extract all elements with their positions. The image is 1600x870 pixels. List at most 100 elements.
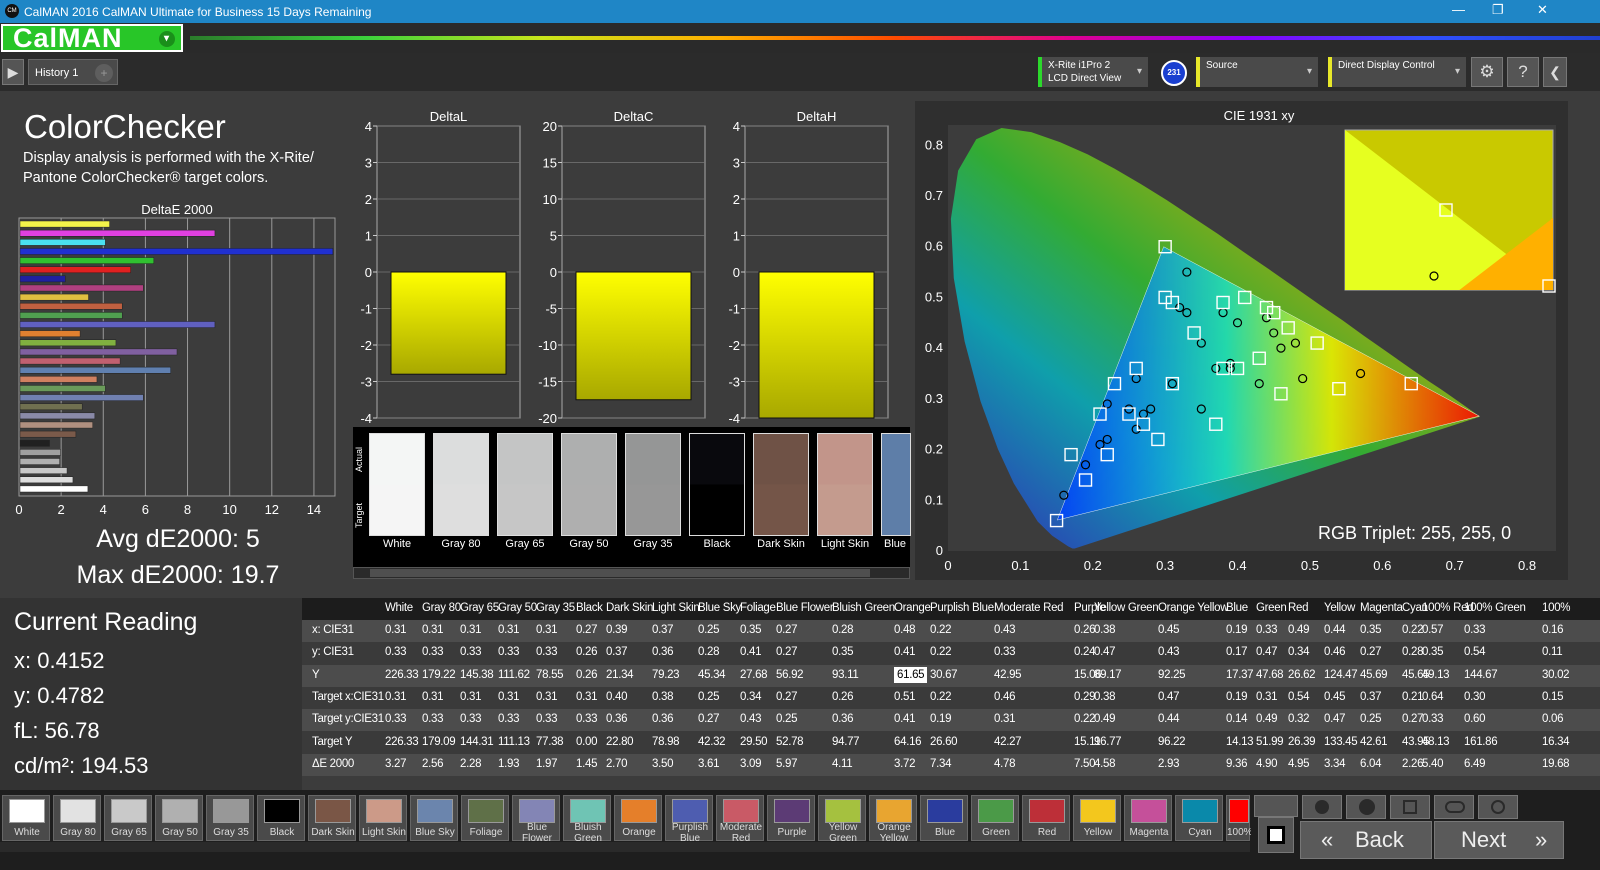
next-button[interactable]: Next » bbox=[1434, 821, 1564, 859]
stop-button[interactable] bbox=[1258, 817, 1294, 853]
reading-cdm2: cd/m²: 194.53 bbox=[14, 753, 149, 778]
table-cell: 0.22 bbox=[930, 624, 952, 636]
calman-logo-menu[interactable]: CalMAN ▾ bbox=[1, 24, 183, 52]
color-swatch bbox=[433, 433, 489, 536]
data-table: White Gray 80 Gray 65 Gray 50 Gray 35 Black Da… bbox=[302, 598, 1600, 776]
table-cell: 0.57 bbox=[1422, 624, 1444, 636]
close-button[interactable]: ✕ bbox=[1537, 2, 1548, 18]
patch-button[interactable]: Cyan bbox=[1175, 795, 1223, 841]
patch-color bbox=[621, 799, 657, 823]
deltae-bar bbox=[19, 339, 117, 347]
y-tick-label: 3 bbox=[733, 156, 740, 171]
patch-button[interactable]: Gray 35 bbox=[206, 795, 254, 841]
table-cell: 145.38 bbox=[460, 668, 494, 681]
patch-button[interactable]: Orange Yellow bbox=[869, 795, 917, 844]
patch-button[interactable]: Purplish Blue bbox=[665, 795, 713, 844]
workflow-toggle-button[interactable]: ▶ bbox=[2, 59, 24, 85]
table-cell: 0.35 bbox=[1360, 624, 1382, 636]
cie-chart-title: CIE 1931 xy bbox=[1224, 108, 1295, 123]
continuous-button[interactable] bbox=[1434, 795, 1474, 819]
patch-button[interactable]: Light Skin bbox=[359, 795, 407, 841]
help-button[interactable]: ? bbox=[1507, 57, 1539, 87]
table-cell: 0.54 bbox=[1288, 690, 1310, 703]
patch-button[interactable]: Blue bbox=[920, 795, 968, 841]
swatch-scrollbar[interactable] bbox=[353, 567, 910, 579]
patch-button[interactable]: Black bbox=[257, 795, 305, 841]
display-selector[interactable]: Direct Display Control ▾ bbox=[1328, 57, 1466, 87]
table-cell: 0.36 bbox=[652, 713, 674, 726]
column-header: Blue Flower bbox=[776, 602, 834, 614]
x-tick-label: 14 bbox=[307, 502, 321, 517]
play-icon: ▶ bbox=[7, 64, 19, 80]
table-cell: 30.02 bbox=[1542, 668, 1570, 681]
x-tick-label: 10 bbox=[222, 502, 236, 517]
patch-button[interactable]: Red bbox=[1022, 795, 1070, 841]
minimize-button[interactable]: — bbox=[1452, 2, 1465, 17]
patch-label: Gray 65 bbox=[111, 827, 147, 838]
maximize-button[interactable]: ❐ bbox=[1492, 2, 1504, 18]
patch-button[interactable]: Foliage bbox=[461, 795, 509, 841]
x-tick-label: 0.3 bbox=[1156, 558, 1174, 573]
column-header: Blue bbox=[1226, 602, 1248, 614]
table-cell: 45.34 bbox=[698, 668, 726, 681]
patch-label: Blue Flower bbox=[521, 822, 552, 844]
patch-label: Yellow Green bbox=[828, 822, 858, 844]
patch-button[interactable]: Blue Sky bbox=[410, 795, 458, 841]
patch-button[interactable]: Purple bbox=[767, 795, 815, 841]
table-cell: 3.50 bbox=[652, 757, 674, 770]
patch-button[interactable]: Dark Skin bbox=[308, 795, 356, 841]
deltae-bar bbox=[19, 284, 144, 292]
table-cell: 0.31 bbox=[385, 690, 407, 703]
patch-button[interactable]: Green bbox=[971, 795, 1019, 841]
scrollbar-thumb[interactable] bbox=[370, 569, 870, 577]
play-button[interactable] bbox=[1346, 795, 1386, 819]
table-cell: 0.54 bbox=[1464, 646, 1486, 659]
patch-button[interactable]: Gray 80 bbox=[53, 795, 101, 841]
add-tab-button[interactable]: + bbox=[95, 64, 113, 82]
meter-selector[interactable]: X-Rite i1Pro 2 LCD Direct View ▾ bbox=[1038, 57, 1148, 87]
row-label: Target Y bbox=[312, 735, 353, 748]
chevron-down-icon: ▾ bbox=[1454, 66, 1460, 77]
table-cell: 0.26 bbox=[832, 690, 854, 703]
y-tick-label: 1 bbox=[733, 229, 740, 244]
patch-button[interactable]: Orange bbox=[614, 795, 662, 841]
patch-color bbox=[417, 799, 453, 823]
patch-button[interactable]: 100% bbox=[1226, 795, 1251, 841]
patch-button[interactable]: White bbox=[2, 795, 50, 841]
delta-bar bbox=[575, 271, 692, 401]
y-tick-label: -2 bbox=[360, 338, 372, 353]
table-row: Target x:CIE31 0.31 0.31 0.31 0.31 0.31 0.31 0.… bbox=[302, 686, 1600, 709]
patch-button[interactable]: Moderate Red bbox=[716, 795, 764, 844]
table-cell: 0.38 bbox=[1094, 624, 1116, 636]
table-cell: 0.22 bbox=[1074, 713, 1096, 726]
patch-button[interactable]: Gray 50 bbox=[155, 795, 203, 841]
x-tick-label: 0 bbox=[944, 558, 951, 573]
table-cell: 7.50 bbox=[1074, 757, 1096, 770]
read-series-button[interactable] bbox=[1390, 795, 1430, 819]
patch-button[interactable]: Magenta bbox=[1124, 795, 1172, 841]
table-cell: 0.33 bbox=[385, 646, 407, 659]
patch-button[interactable]: Bluish Green bbox=[563, 795, 611, 844]
table-cell: 0.31 bbox=[460, 690, 482, 703]
table-cell: 2.56 bbox=[422, 757, 444, 770]
record-button[interactable] bbox=[1254, 795, 1298, 817]
refresh-button[interactable] bbox=[1478, 795, 1518, 819]
back-button[interactable]: « Back bbox=[1300, 821, 1432, 859]
color-swatch bbox=[689, 433, 745, 536]
table-cell: 64.16 bbox=[894, 735, 922, 748]
patch-button[interactable]: Yellow Green bbox=[818, 795, 866, 844]
current-reading-title: Current Reading bbox=[14, 608, 198, 636]
patch-button[interactable]: Yellow bbox=[1073, 795, 1121, 841]
settings-button[interactable]: ⚙ bbox=[1471, 57, 1503, 87]
patch-label: Moderate Red bbox=[719, 822, 763, 844]
tab-history-1[interactable]: History 1 + bbox=[28, 59, 118, 85]
table-cell: 16.34 bbox=[1542, 735, 1570, 748]
source-selector[interactable]: Source ▾ bbox=[1196, 57, 1318, 87]
pause-button[interactable] bbox=[1302, 795, 1342, 819]
collapse-button[interactable]: ❮ bbox=[1543, 57, 1567, 87]
patch-button[interactable]: Blue Flower bbox=[512, 795, 560, 844]
patch-button[interactable]: Gray 65 bbox=[104, 795, 152, 841]
actual-side-label: Actual bbox=[354, 446, 364, 472]
meter-badge[interactable]: 231 bbox=[1161, 60, 1187, 86]
patch-scrollbar[interactable] bbox=[0, 842, 1250, 852]
